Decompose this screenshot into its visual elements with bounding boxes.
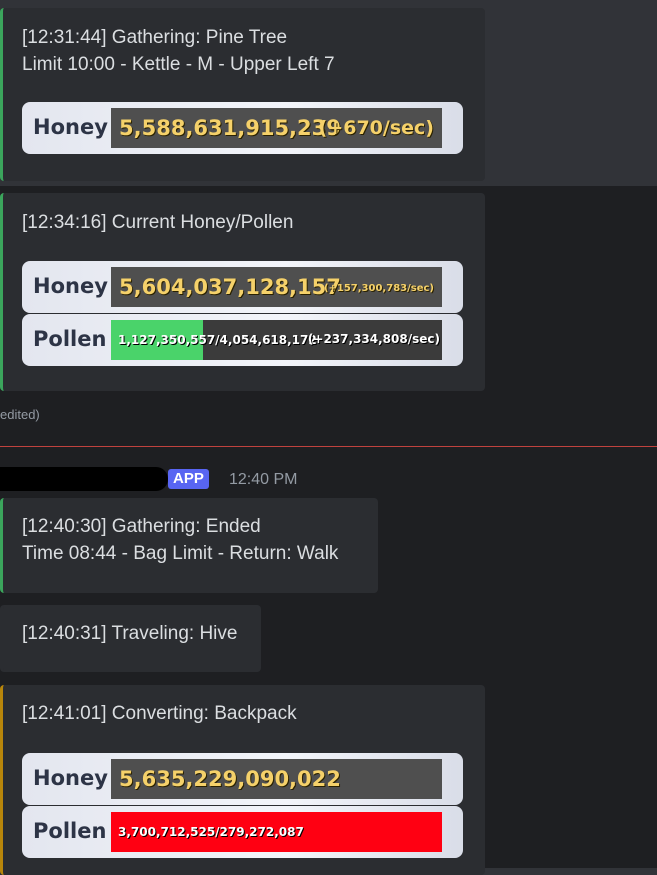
honey-label: Honey	[33, 274, 108, 298]
new-messages-divider	[0, 446, 657, 447]
honey-card: Honey 5,588,631,915,239 (+670/sec)	[22, 102, 463, 154]
honey-box: 5,588,631,915,239 (+670/sec)	[111, 108, 442, 148]
edited-label: edited)	[0, 407, 40, 422]
honey-value: 5,635,229,090,022	[119, 767, 341, 791]
honey-card: Honey 5,635,229,090,022	[22, 753, 463, 805]
honey-box: 5,604,037,128,157 (+157,300,783/sec)	[111, 267, 442, 307]
pollen-bar: 3,700,712,525/279,272,087	[111, 812, 442, 852]
pollen-bar: 1,127,350,557/4,054,618,172 (+237,334,80…	[111, 320, 442, 360]
redacted-username	[0, 467, 168, 491]
embed-converting-backpack: [12:41:01] Converting: Backpack Honey 5,…	[0, 685, 485, 875]
embed-gathering-ended: [12:40:30] Gathering: Ended Time 08:44 -…	[0, 498, 378, 593]
embed-line-1: [12:41:01] Converting: Backpack	[22, 703, 297, 724]
honey-value: 5,588,631,915,239	[119, 116, 341, 140]
pollen-label: Pollen	[33, 327, 107, 351]
message-header: APP 12:40 PM	[0, 467, 657, 497]
pollen-card: Pollen 1,127,350,557/4,054,618,172 (+237…	[22, 314, 463, 366]
embed-line-1: [12:34:16] Current Honey/Pollen	[22, 212, 294, 233]
embed-gathering-pine-tree: [12:31:44] Gathering: Pine Tree Limit 10…	[0, 8, 485, 181]
embed-traveling-hive: [12:40:31] Traveling: Hive	[0, 605, 261, 672]
embed-line-1: [12:40:31] Traveling: Hive	[22, 623, 238, 644]
honey-value: 5,604,037,128,157	[119, 275, 341, 299]
honey-rate: (+670/sec)	[318, 117, 434, 139]
honey-card: Honey 5,604,037,128,157 (+157,300,783/se…	[22, 261, 463, 313]
pollen-value: 1,127,350,557/4,054,618,172	[118, 333, 317, 347]
pollen-rate: (+237,334,808/sec)	[307, 332, 440, 346]
pollen-card: Pollen 3,700,712,525/279,272,087	[22, 806, 463, 858]
pollen-value: 3,700,712,525/279,272,087	[118, 825, 304, 839]
embed-current-honey-pollen: [12:34:16] Current Honey/Pollen Honey 5,…	[0, 193, 485, 391]
honey-label: Honey	[33, 766, 108, 790]
embed-line-2: Time 08:44 - Bag Limit - Return: Walk	[22, 543, 339, 564]
honey-box: 5,635,229,090,022	[111, 759, 442, 799]
pollen-label: Pollen	[33, 819, 107, 843]
honey-label: Honey	[33, 115, 108, 139]
embed-line-1: [12:40:30] Gathering: Ended	[22, 516, 261, 537]
honey-rate: (+157,300,783/sec)	[323, 283, 434, 294]
app-badge: APP	[168, 469, 209, 489]
embed-line-1: [12:31:44] Gathering: Pine Tree	[22, 27, 288, 48]
message-timestamp: 12:40 PM	[229, 471, 298, 488]
embed-line-2: Limit 10:00 - Kettle - M - Upper Left 7	[22, 54, 335, 75]
